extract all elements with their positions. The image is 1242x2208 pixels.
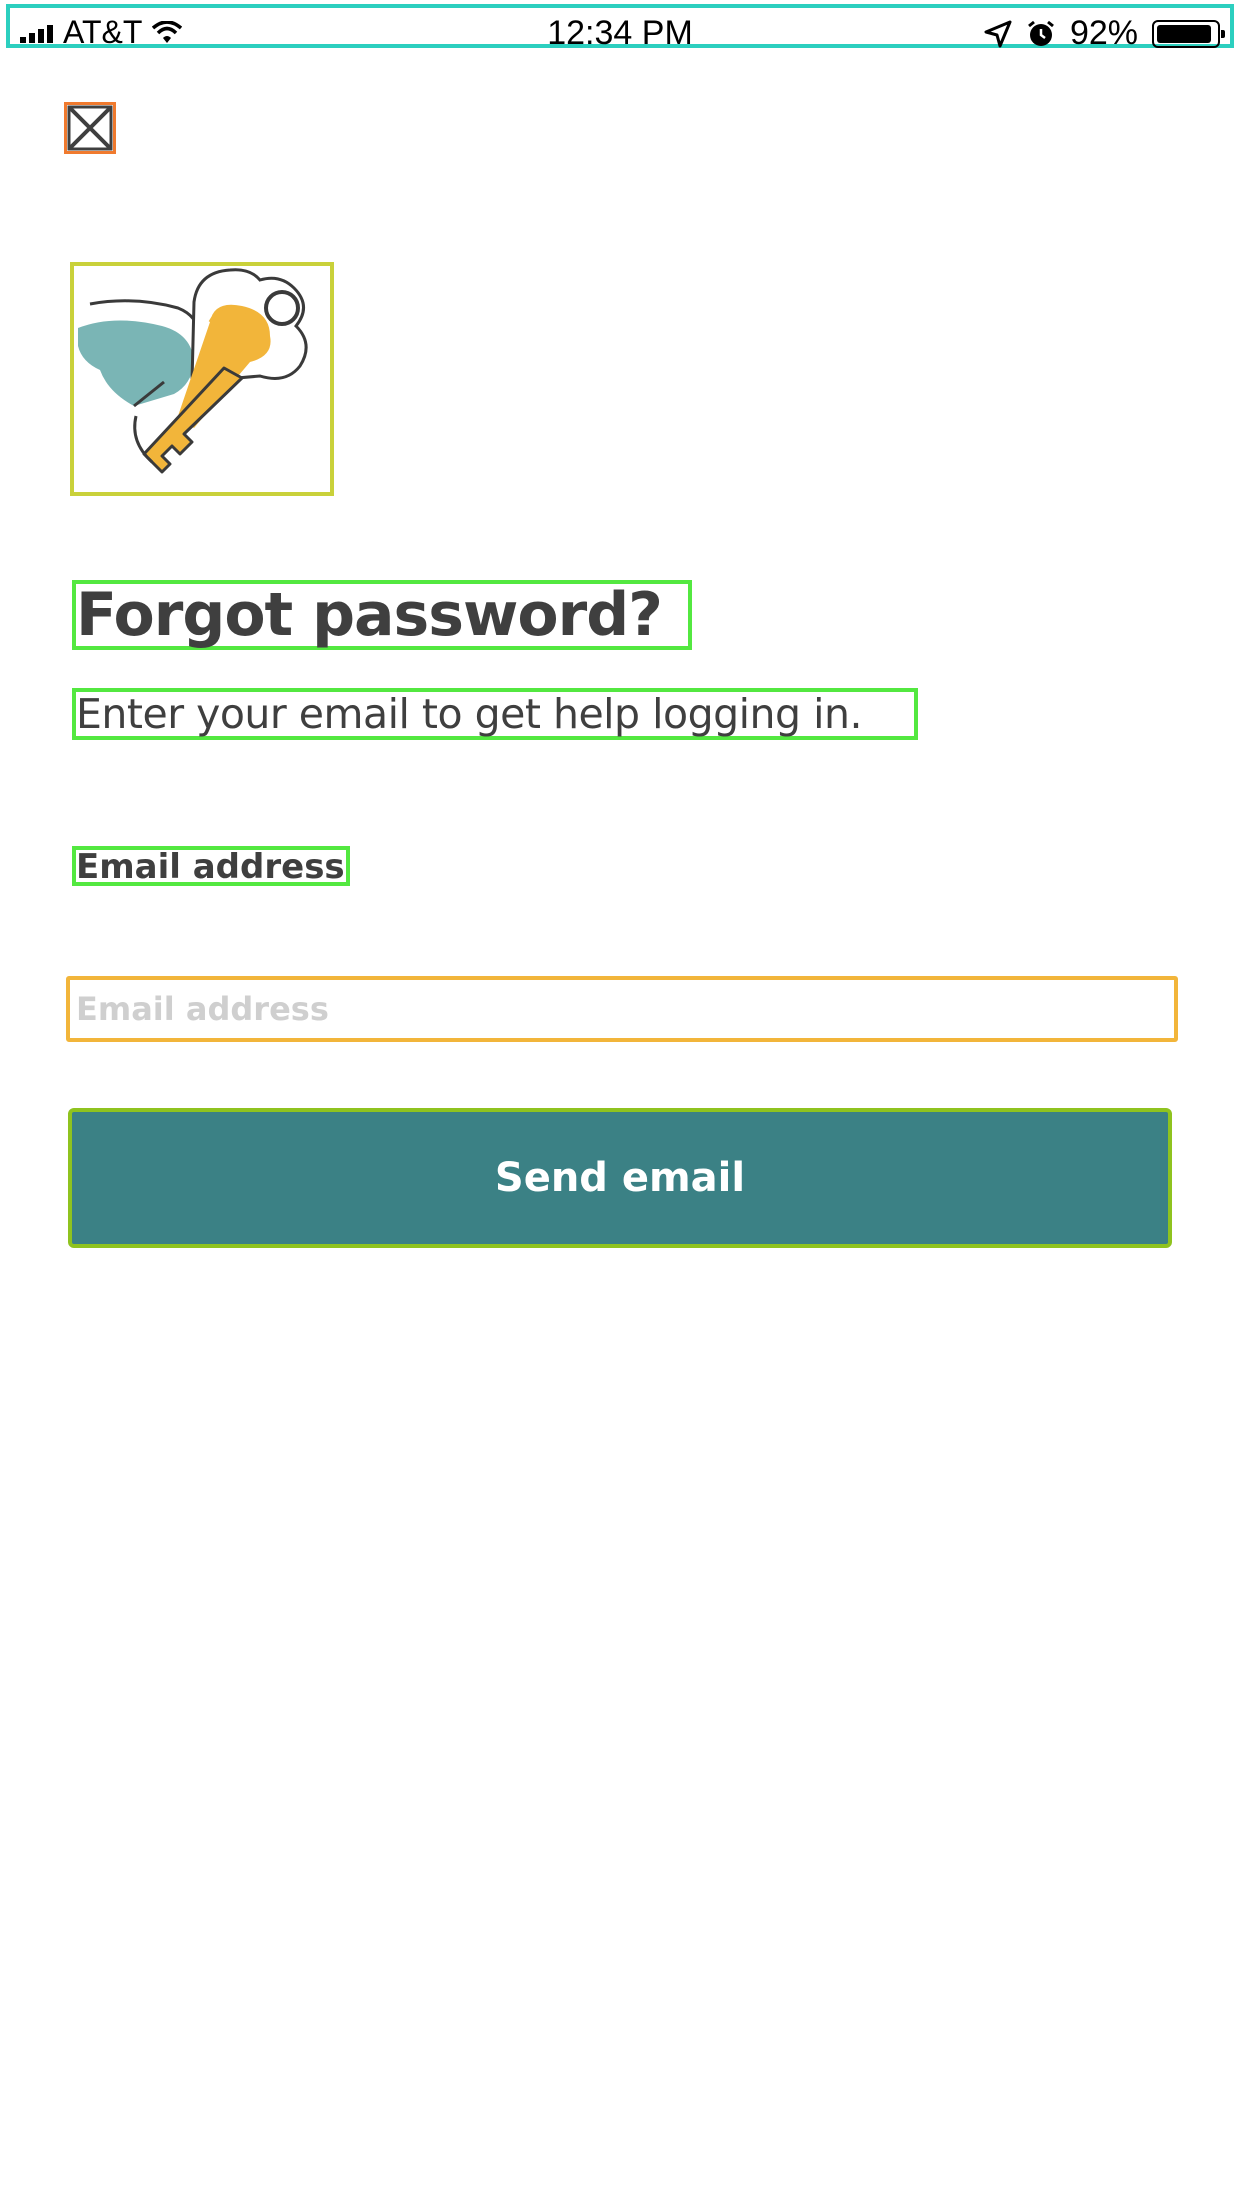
send-email-button-label: Send email <box>494 1155 746 1201</box>
status-bar: AT&T 12:34 PM 92% <box>6 4 1234 52</box>
winged-key-illustration <box>70 262 334 496</box>
email-field-label: Email address <box>72 846 350 886</box>
status-right: 92% <box>984 14 1225 53</box>
page-title: Forgot password? <box>72 580 692 650</box>
battery-percent: 92% <box>1069 14 1138 52</box>
page-subtitle: Enter your email to get help logging in. <box>72 688 918 740</box>
battery-icon <box>1152 19 1225 48</box>
email-field[interactable] <box>66 976 1178 1042</box>
send-email-button[interactable]: Send email <box>68 1108 1172 1248</box>
alarm-icon <box>1028 20 1054 46</box>
close-button[interactable] <box>64 102 116 154</box>
close-icon <box>67 105 113 151</box>
location-icon <box>984 20 1012 47</box>
forgot-password-screen: AT&T 12:34 PM 92% Forgot password? Enter… <box>0 0 1242 2208</box>
key-with-wings-icon <box>78 268 308 474</box>
